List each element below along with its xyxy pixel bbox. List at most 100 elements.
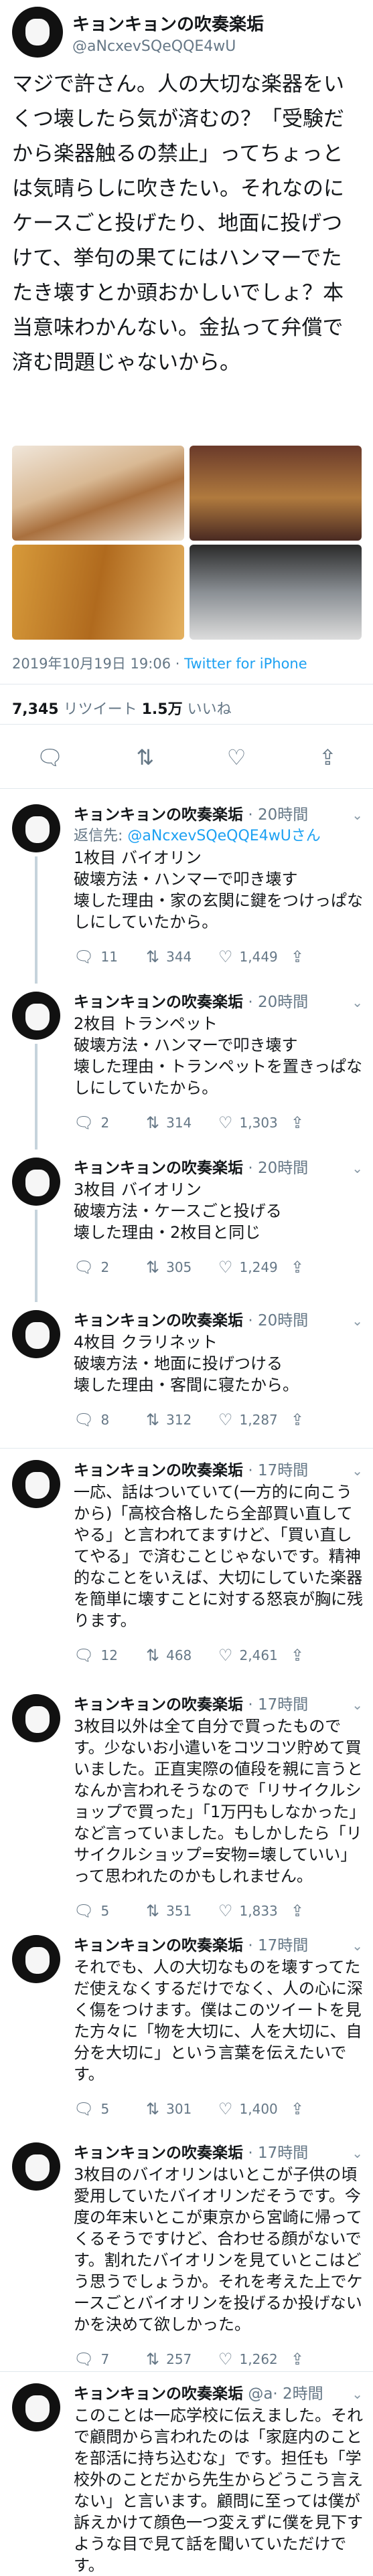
timestamp[interactable]: 20時間 [258, 1160, 308, 1177]
timestamp[interactable]: 17時間 [258, 1696, 308, 1714]
share-action[interactable]: ⇪ [291, 2350, 363, 2369]
reply-tweet[interactable]: キョンキョンの吹奏楽垢 · 17時間 ⌄ 一応、話はついていて(一方的に向こうか… [0, 1452, 373, 1686]
chevron-down-icon[interactable]: ⌄ [352, 1694, 363, 1716]
reply-icon[interactable]: 🗨 [74, 947, 94, 966]
author-name[interactable]: キョンキョンの吹奏楽垢 [74, 1160, 243, 1177]
share-icon[interactable]: ⇪ [291, 1113, 304, 1132]
like-icon[interactable]: ♡ [218, 1902, 233, 1920]
retweet-action[interactable]: ⇅ 314 [146, 1113, 218, 1132]
retweet-action[interactable]: ⇅ 351 [146, 1902, 218, 1920]
retweet-action[interactable]: ⇅ 301 [146, 2100, 218, 2118]
reply-action[interactable]: 🗨 11 [74, 947, 146, 966]
reply-action[interactable]: 🗨 5 [74, 2100, 146, 2118]
reply-icon[interactable]: 🗨 [36, 745, 64, 770]
share-action[interactable]: ⇪ [291, 1410, 363, 1429]
retweet-icon[interactable]: ⇅ [146, 947, 159, 966]
like-action[interactable]: ♡ 1,287 [218, 1410, 291, 1429]
reply-tweet[interactable]: キョンキョンの吹奏楽垢 · 17時間 ⌄ 3枚目以外は全て自分で買ったものです。… [0, 1686, 373, 1927]
reply-action[interactable]: 🗨 12 [74, 1646, 146, 1665]
retweet-icon[interactable]: ⇅ [146, 2100, 159, 2118]
retweet-icon[interactable]: ⇅ [146, 2350, 159, 2369]
author-name[interactable]: キョンキョンの吹奏楽垢 [74, 806, 243, 824]
reply-tweet[interactable]: キョンキョンの吹奏楽垢 · 20時間 ⌄ 3枚目 バイオリン 破壊方法・ケースご… [0, 1149, 373, 1302]
author-name[interactable]: キョンキョンの吹奏楽垢 [74, 1312, 243, 1329]
share-action[interactable]: ⇪ [291, 2100, 363, 2118]
timestamp[interactable]: 2時間 [283, 2385, 323, 2403]
chevron-down-icon[interactable]: ⌄ [352, 804, 363, 826]
photo-4[interactable] [190, 545, 362, 640]
like-action[interactable]: ♡ 2,461 [218, 1646, 291, 1665]
retweet-action[interactable]: ⇅ 305 [146, 1258, 218, 1277]
like-action[interactable]: ♡ 1,449 [218, 947, 291, 966]
chevron-down-icon[interactable]: ⌄ [352, 992, 363, 1013]
retweet-label[interactable]: リツイート [64, 701, 137, 718]
retweet-icon[interactable]: ⇅ [146, 1410, 159, 1429]
timestamp[interactable]: 17時間 [258, 1462, 308, 1479]
avatar[interactable] [12, 7, 63, 58]
like-label[interactable]: いいね [188, 701, 232, 718]
reply-icon[interactable]: 🗨 [74, 1646, 94, 1665]
share-icon[interactable]: ⇪ [291, 2350, 304, 2369]
reply-icon[interactable]: 🗨 [74, 1902, 94, 1920]
like-icon[interactable]: ♡ [227, 745, 246, 770]
retweet-icon[interactable]: ⇅ [146, 1113, 159, 1132]
timestamp[interactable]: 17時間 [258, 2144, 308, 2162]
reply-tweet[interactable]: キョンキョンの吹奏楽垢 · 17時間 ⌄ 3枚目のバイオリンはいとこが子供の頃愛… [0, 2134, 373, 2375]
reply-icon[interactable]: 🗨 [74, 1113, 94, 1132]
avatar[interactable] [12, 1935, 60, 1983]
avatar[interactable] [12, 992, 60, 1040]
share-action[interactable]: ⇪ [291, 1258, 363, 1277]
like-icon[interactable]: ♡ [218, 1258, 233, 1277]
retweet-icon[interactable]: ⇅ [136, 745, 154, 770]
avatar[interactable] [12, 1694, 60, 1742]
like-action[interactable]: ♡ 1,833 [218, 1902, 291, 1920]
reply-icon[interactable]: 🗨 [74, 2350, 94, 2369]
share-icon[interactable]: ⇪ [291, 947, 304, 966]
retweet-action[interactable]: ⇅ 312 [146, 1410, 218, 1429]
author-name[interactable]: キョンキョンの吹奏楽垢 [74, 2144, 243, 2162]
like-icon[interactable]: ♡ [218, 1410, 233, 1429]
author-name[interactable]: キョンキョンの吹奏楽垢 [74, 1937, 243, 1954]
like-icon[interactable]: ♡ [218, 947, 233, 966]
photo-1[interactable] [12, 446, 184, 541]
photo-3[interactable] [12, 545, 184, 640]
chevron-down-icon[interactable]: ⌄ [352, 1158, 363, 1179]
timestamp[interactable]: 17時間 [258, 1937, 308, 1954]
author-name[interactable]: キョンキョンの吹奏楽垢 [74, 2385, 243, 2403]
like-icon[interactable]: ♡ [218, 2350, 233, 2369]
avatar[interactable] [12, 804, 60, 852]
share-action[interactable]: ⇪ [291, 1646, 363, 1665]
chevron-down-icon[interactable]: ⌄ [352, 1460, 363, 1481]
reply-icon[interactable]: 🗨 [74, 1410, 94, 1429]
retweet-icon[interactable]: ⇅ [146, 1902, 159, 1920]
share-icon[interactable]: ⇪ [291, 1410, 304, 1429]
reply-to-handle[interactable]: @aNcxevSQeQQE4wUさん [127, 828, 320, 844]
share-action[interactable]: ⇪ [291, 1113, 363, 1132]
avatar[interactable] [12, 1158, 60, 1206]
author-name[interactable]: キョンキョンの吹奏楽垢 [74, 994, 243, 1011]
reply-tweet[interactable]: キョンキョンの吹奏楽垢 · 20時間 ⌄ 4枚目 クラリネット 破壊方法・地面に… [0, 1302, 373, 1452]
share-icon[interactable]: ⇪ [291, 1258, 304, 1277]
retweet-action[interactable]: ⇅ 257 [146, 2350, 218, 2369]
reply-tweet[interactable]: キョンキョンの吹奏楽垢 · 20時間 ⌄ 2枚目 トランペット 破壊方法・ハンマ… [0, 984, 373, 1149]
share-icon[interactable]: ⇪ [291, 1646, 304, 1665]
timestamp[interactable]: 20時間 [258, 806, 308, 824]
like-action[interactable]: ♡ 1,249 [218, 1258, 291, 1277]
avatar[interactable] [12, 1310, 60, 1358]
reply-icon[interactable]: 🗨 [74, 1258, 94, 1277]
retweet-action[interactable]: ⇅ 468 [146, 1646, 218, 1665]
chevron-down-icon[interactable]: ⌄ [352, 2142, 363, 2164]
reply-icon[interactable]: 🗨 [74, 2100, 94, 2118]
timestamp[interactable]: 20時間 [258, 994, 308, 1011]
share-icon[interactable]: ⇪ [291, 1902, 304, 1920]
chevron-down-icon[interactable]: ⌄ [352, 1935, 363, 1956]
retweet-icon[interactable]: ⇅ [146, 1258, 159, 1277]
client-link[interactable]: Twitter for iPhone [184, 656, 307, 672]
like-count[interactable]: 1.5万 [142, 701, 183, 718]
author-name[interactable]: キョンキョンの吹奏楽垢 [72, 11, 264, 35]
reply-action[interactable]: 🗨 7 [74, 2350, 146, 2369]
reply-action[interactable]: 🗨 5 [74, 1902, 146, 1920]
avatar[interactable] [12, 2383, 60, 2431]
chevron-down-icon[interactable]: ⌄ [352, 1310, 363, 1331]
share-action[interactable]: ⇪ [291, 1902, 363, 1920]
